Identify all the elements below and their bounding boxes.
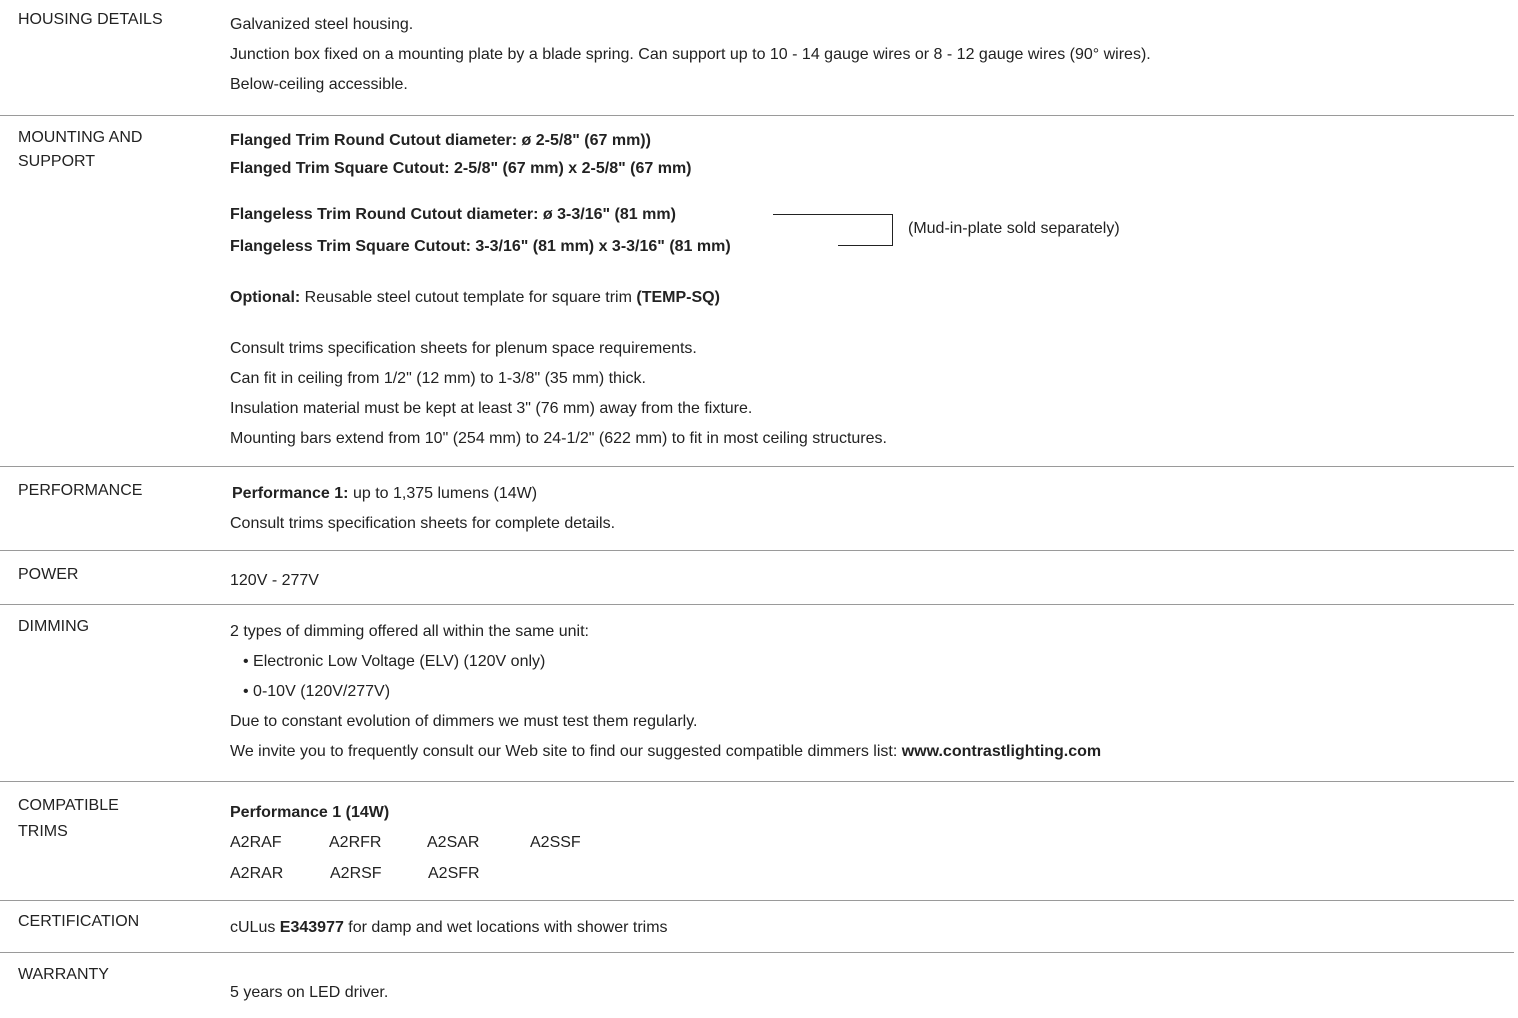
mounting-label-line: MOUNTING AND bbox=[18, 129, 143, 146]
flangeless-cutouts: Flangeless Trim Round Cutout diameter: ø… bbox=[230, 199, 731, 263]
mounting-note: Mounting bars extend from 10" (254 mm) t… bbox=[230, 430, 887, 447]
flanged-square-cutout: Flanged Trim Square Cutout: 2-5/8" (67 m… bbox=[230, 160, 692, 177]
dimming-line: We invite you to frequently consult our … bbox=[230, 737, 1101, 767]
optional-label: Optional: bbox=[230, 289, 301, 306]
trims-heading-text: Performance 1 (14W) bbox=[230, 804, 390, 821]
warranty-label: WARRANTY bbox=[18, 966, 109, 983]
optional-line: Optional: Reusable steel cutout template… bbox=[230, 283, 720, 313]
performance-text: up to 1,375 lumens (14W) bbox=[348, 485, 538, 502]
divider bbox=[0, 466, 1514, 467]
flanged-cutouts: Flanged Trim Round Cutout diameter: ø 2-… bbox=[230, 127, 692, 183]
trim-item: A2RFR bbox=[329, 834, 382, 851]
power-label: POWER bbox=[18, 566, 79, 583]
power-value: 120V - 277V bbox=[230, 572, 319, 589]
divider bbox=[0, 900, 1514, 901]
trim-item: A2SAR bbox=[427, 834, 480, 851]
website-link[interactable]: www.contrastlighting.com bbox=[902, 743, 1101, 760]
bracket-line bbox=[892, 214, 893, 246]
mounting-note: Consult trims specification sheets for p… bbox=[230, 340, 697, 357]
performance-bold: Performance 1: bbox=[232, 485, 349, 502]
mounting-label-line: SUPPORT bbox=[18, 153, 96, 170]
performance-line: Performance 1: up to 1,375 lumens (14W) bbox=[232, 479, 615, 509]
certification-value: cULus E343977 for damp and wet locations… bbox=[230, 913, 668, 943]
trim-item: A2RAF bbox=[230, 834, 282, 851]
divider bbox=[0, 781, 1514, 782]
housing-line: Below-ceiling accessible. bbox=[230, 76, 408, 93]
mud-in-plate-note: (Mud-in-plate sold separately) bbox=[908, 220, 1120, 237]
housing-label: HOUSING DETAILS bbox=[18, 11, 163, 28]
divider bbox=[0, 952, 1514, 953]
dimming-bullet: • 0-10V (120V/277V) bbox=[243, 683, 391, 700]
warranty-value: 5 years on LED driver. bbox=[230, 984, 389, 1001]
trims-label: COMPATIBLE TRIMS bbox=[18, 793, 119, 845]
divider bbox=[0, 115, 1514, 116]
optional-text: Reusable steel cutout template for squar… bbox=[300, 289, 637, 306]
certification-code: E343977 bbox=[279, 919, 344, 936]
trim-item: A2SFR bbox=[428, 865, 480, 882]
optional-code: (TEMP-SQ) bbox=[636, 289, 720, 306]
bracket-line bbox=[773, 214, 893, 215]
dimming-line: Due to constant evolution of dimmers we … bbox=[230, 713, 698, 730]
bracket-line bbox=[838, 245, 893, 246]
trims-heading: Performance 1 (14W) bbox=[230, 798, 389, 828]
mounting-notes: Consult trims specification sheets for p… bbox=[230, 334, 887, 454]
trim-item: A2RAR bbox=[230, 865, 284, 882]
flangeless-square-cutout: Flangeless Trim Square Cutout: 3-3/16" (… bbox=[230, 238, 731, 255]
mounting-label: MOUNTING AND SUPPORT bbox=[18, 126, 142, 174]
trims-label-line: COMPATIBLE bbox=[18, 797, 119, 814]
certification-label: CERTIFICATION bbox=[18, 913, 140, 930]
trims-label-line: TRIMS bbox=[18, 823, 68, 840]
housing-line: Junction box fixed on a mounting plate b… bbox=[230, 46, 1151, 63]
dimming-bullet: • Electronic Low Voltage (ELV) (120V onl… bbox=[243, 653, 546, 670]
flangeless-round-cutout: Flangeless Trim Round Cutout diameter: ø… bbox=[230, 206, 676, 223]
certification-prefix: cULus bbox=[230, 919, 280, 936]
certification-suffix: for damp and wet locations with shower t… bbox=[343, 919, 668, 936]
housing-details: Galvanized steel housing. Junction box f… bbox=[230, 10, 1151, 100]
trim-item: A2RSF bbox=[330, 865, 382, 882]
divider bbox=[0, 550, 1514, 551]
flanged-round-cutout: Flanged Trim Round Cutout diameter: ø 2-… bbox=[230, 132, 651, 149]
divider bbox=[0, 604, 1514, 605]
housing-line: Galvanized steel housing. bbox=[230, 16, 414, 33]
dimming-details: 2 types of dimming offered all within th… bbox=[230, 617, 1101, 767]
performance-details: Performance 1: up to 1,375 lumens (14W) … bbox=[230, 479, 616, 539]
mounting-note: Can fit in ceiling from 1/2" (12 mm) to … bbox=[230, 370, 646, 387]
performance-line: Consult trims specification sheets for c… bbox=[230, 515, 616, 532]
dimming-label: DIMMING bbox=[18, 618, 90, 635]
dimming-line: 2 types of dimming offered all within th… bbox=[230, 623, 589, 640]
trim-item: A2SSF bbox=[530, 834, 581, 851]
dimming-line-text: We invite you to frequently consult our … bbox=[230, 743, 902, 760]
performance-label: PERFORMANCE bbox=[18, 482, 143, 499]
mounting-note: Insulation material must be kept at leas… bbox=[230, 400, 753, 417]
